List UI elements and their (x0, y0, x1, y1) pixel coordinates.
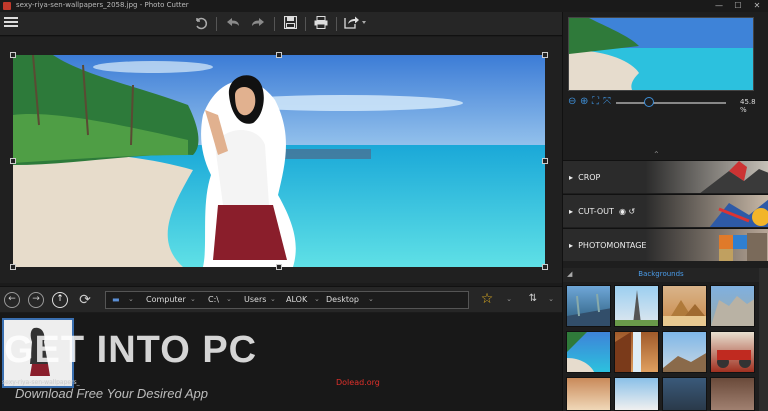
crop-label: ▸ CROP (569, 173, 601, 182)
background-tile[interactable] (566, 377, 611, 411)
background-tile[interactable] (710, 285, 755, 327)
resize-handle-tr[interactable] (542, 52, 548, 58)
background-tile[interactable] (614, 285, 659, 327)
undo-icon[interactable] (224, 16, 242, 32)
watermark-title: GET INTO PC (4, 329, 258, 371)
photomontage-label: ▸ PHOTOMONTAGE (569, 241, 647, 250)
background-tile[interactable] (662, 331, 707, 373)
zoom-in-icon[interactable]: ⊕ (580, 97, 590, 107)
chevron-down-icon[interactable]: ⌄ (314, 295, 320, 303)
background-tile[interactable] (566, 285, 611, 327)
minimize-button[interactable]: — (710, 0, 728, 12)
up-folder-icon[interactable]: ↑ (52, 292, 68, 308)
background-tile[interactable] (614, 331, 659, 373)
chevron-down-icon[interactable]: ⌄ (542, 291, 560, 307)
chevron-down-icon[interactable]: ⌄ (128, 295, 134, 303)
sort-icon[interactable]: ⇅ (524, 291, 542, 307)
resize-handle-left[interactable] (10, 158, 16, 164)
edited-photo[interactable] (13, 55, 545, 267)
cutout-section[interactable]: ▸ CUT-OUT ◉ ↺ (563, 194, 768, 227)
forward-icon[interactable]: → (28, 292, 44, 308)
window-title: sexy-riya-sen-wallpapers_2058.jpg - Phot… (16, 1, 189, 9)
watermark-subtitle: Download Free Your Desired App (15, 386, 208, 401)
export-icon[interactable] (343, 16, 369, 32)
background-tile[interactable] (662, 285, 707, 327)
file-browser: sexy-riya-sen-wallpapers_2... GET INTO P… (0, 313, 562, 411)
breadcrumb-users[interactable]: Users (244, 295, 266, 304)
resize-handle-tl[interactable] (10, 52, 16, 58)
chevron-down-icon[interactable]: ⌄ (368, 295, 374, 303)
backgrounds-scrollbar[interactable] (759, 268, 768, 411)
file-thumbnail-caption: sexy-riya-sen-wallpapers_2... (2, 379, 80, 386)
close-button[interactable]: ✕ (748, 0, 766, 12)
navigator-preview[interactable] (568, 17, 754, 91)
backgrounds-header: ◢ Backgrounds (563, 268, 768, 282)
toolbar-separator (305, 17, 306, 31)
toolbar-separator (336, 17, 337, 31)
reset-icon[interactable] (192, 16, 210, 32)
resize-handle-right[interactable] (542, 158, 548, 164)
redo-icon[interactable] (249, 16, 267, 32)
back-icon[interactable]: ← (4, 292, 20, 308)
zoom-percent: 45.8 % (740, 98, 756, 114)
resize-handle-bl[interactable] (10, 264, 16, 270)
background-tile[interactable] (710, 377, 755, 411)
backgrounds-label: Backgrounds (638, 270, 684, 278)
resize-handle-top[interactable] (276, 52, 282, 58)
print-icon[interactable] (312, 16, 330, 32)
chevron-down-icon[interactable]: ⌄ (500, 291, 518, 307)
path-breadcrumb[interactable]: ▬ ⌄ Computer ⌄ C:\ ⌄ Users ⌄ ALOK ⌄ Desk… (105, 291, 469, 309)
toolbar-separator (274, 17, 275, 31)
main-toolbar (0, 12, 562, 36)
toolbar-separator (216, 17, 217, 31)
chevron-down-icon[interactable]: ⌄ (270, 295, 276, 303)
zoom-slider[interactable] (616, 102, 726, 104)
fit-to-window-icon[interactable]: ⛶ (592, 97, 602, 107)
background-tile[interactable] (566, 331, 611, 373)
breadcrumb-computer[interactable]: Computer (146, 295, 186, 304)
hamburger-icon[interactable] (2, 16, 20, 32)
chevron-down-icon[interactable]: ⌄ (226, 295, 232, 303)
cutout-label: ▸ CUT-OUT ◉ ↺ (569, 207, 636, 216)
crop-section[interactable]: ▸ CROP (563, 160, 768, 193)
save-icon[interactable] (281, 15, 299, 32)
zoom-controls: ⊖ ⊕ ⛶ ⤧ 45.8 % (568, 96, 764, 115)
breadcrumb-drive[interactable]: C:\ (208, 295, 219, 304)
photo-cutter-window: sexy-riya-sen-wallpapers_2058.jpg - Phot… (0, 0, 768, 411)
editing-canvas[interactable] (0, 37, 562, 283)
collapse-chevron-icon[interactable]: ⌃ (653, 150, 660, 159)
app-icon (3, 2, 11, 10)
right-panel: ⊖ ⊕ ⛶ ⤧ 45.8 % ⌃ ▸ CROP ▸ CUT-OUT ◉ ↺ ▸ … (562, 12, 768, 411)
zoom-out-icon[interactable]: ⊖ (568, 97, 578, 107)
actual-size-icon[interactable]: ⤧ (603, 97, 613, 107)
photomontage-section[interactable]: ▸ PHOTOMONTAGE (563, 228, 768, 261)
resize-handle-br[interactable] (542, 264, 548, 270)
background-tile[interactable] (614, 377, 659, 411)
resize-handle-bottom[interactable] (276, 264, 282, 270)
breadcrumb-desktop[interactable]: Desktop (326, 295, 359, 304)
chevron-down-icon[interactable]: ⌄ (190, 295, 196, 303)
zoom-slider-knob[interactable] (644, 97, 654, 107)
maximize-button[interactable]: ☐ (729, 0, 747, 12)
breadcrumb-alok[interactable]: ALOK (286, 295, 307, 304)
computer-icon: ▬ (112, 295, 120, 304)
title-bar: sexy-riya-sen-wallpapers_2058.jpg - Phot… (0, 0, 768, 12)
background-tile[interactable] (710, 331, 755, 373)
refresh-icon[interactable]: ⟳ (77, 292, 93, 308)
file-navigation-bar: ← → ↑ ⟳ ▬ ⌄ Computer ⌄ C:\ ⌄ Users ⌄ ALO… (0, 286, 562, 312)
favorite-star-icon[interactable]: ☆ (478, 291, 496, 307)
site-watermark: Dolead.org (336, 378, 380, 387)
background-tile[interactable] (662, 377, 707, 411)
